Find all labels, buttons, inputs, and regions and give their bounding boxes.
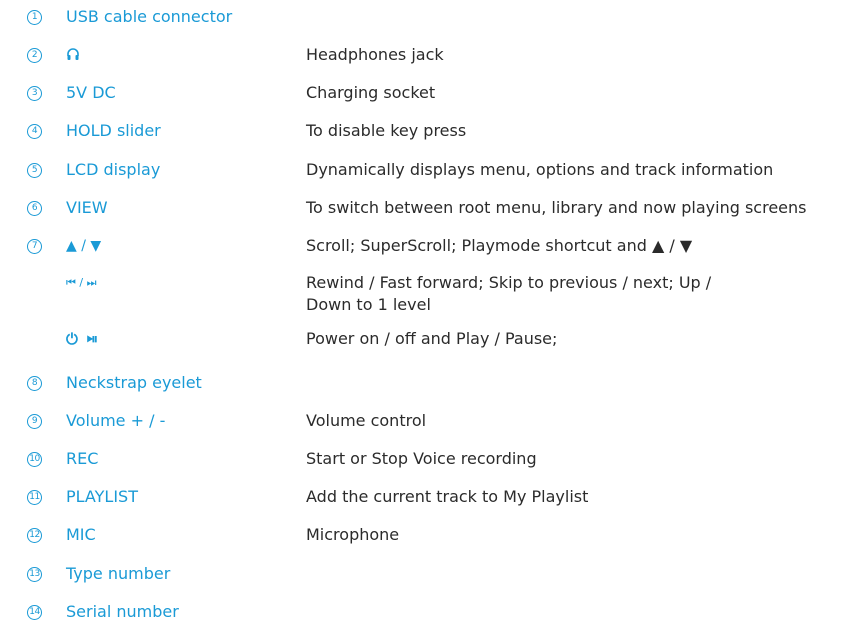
component-row: 10 REC Start or Stop Voice recording bbox=[0, 448, 844, 474]
component-row: 9 Volume + / - Volume control bbox=[0, 410, 844, 436]
component-row: 13 Type number bbox=[0, 563, 844, 589]
component-description: Charging socket bbox=[306, 83, 436, 102]
component-label: ▲ / ▼ bbox=[66, 238, 102, 254]
callout-number: 7 bbox=[27, 239, 42, 254]
component-description: Start or Stop Voice recording bbox=[306, 449, 537, 468]
callout-number: 8 bbox=[27, 376, 42, 391]
component-description: To switch between root menu, library and… bbox=[306, 198, 807, 217]
component-label: VIEW bbox=[66, 198, 108, 217]
component-label: HOLD slider bbox=[66, 121, 161, 140]
component-description: Add the current track to My Playlist bbox=[306, 487, 589, 506]
component-row: 4 HOLD slider To disable key press bbox=[0, 120, 844, 146]
component-row: ⏻ ⏯ Power on / off and Play / Pause; bbox=[0, 328, 844, 354]
component-row: 3 5V DC Charging socket bbox=[0, 82, 844, 108]
component-label: PLAYLIST bbox=[66, 487, 138, 506]
component-description: Dynamically displays menu, options and t… bbox=[306, 160, 774, 179]
component-row: ⏮ / ⏭ Rewind / Fast forward; Skip to prev… bbox=[0, 272, 844, 314]
callout-number: 2 bbox=[27, 48, 42, 63]
callout-number: 13 bbox=[27, 567, 42, 582]
component-label: Neckstrap eyelet bbox=[66, 373, 202, 392]
component-label: USB cable connector bbox=[66, 7, 233, 26]
component-description: Scroll; SuperScroll; Playmode shortcut a… bbox=[306, 236, 693, 255]
component-row: 6 VIEW To switch between root menu, librar… bbox=[0, 197, 844, 223]
component-label: ⏮ / ⏭ bbox=[66, 276, 97, 289]
component-description: Volume control bbox=[306, 411, 427, 430]
callout-number: 12 bbox=[27, 528, 42, 543]
component-row: 7 ▲ / ▼ Scroll; SuperScroll; Playmode shor… bbox=[0, 235, 844, 261]
callout-number: 6 bbox=[27, 201, 42, 216]
component-description: Power on / off and Play / Pause; bbox=[306, 329, 558, 348]
component-description: Rewind / Fast forward; Skip to previous … bbox=[306, 273, 712, 314]
callout-number: 10 bbox=[27, 452, 42, 467]
component-label: 5V DC bbox=[66, 83, 116, 102]
component-row: 8 Neckstrap eyelet bbox=[0, 372, 844, 398]
component-row: 12 MIC Microphone bbox=[0, 524, 844, 550]
component-row: 14 Serial number bbox=[0, 601, 844, 627]
component-label: ⏻ ⏯ bbox=[66, 330, 99, 348]
component-row: 1 USB cable connector bbox=[0, 6, 844, 32]
component-label: MIC bbox=[66, 525, 96, 544]
component-row: 5 LCD display Dynamically displays menu, o… bbox=[0, 159, 844, 185]
component-row: 2 Headphones jack bbox=[0, 44, 844, 70]
component-label: REC bbox=[66, 449, 99, 468]
callout-number: 3 bbox=[27, 86, 42, 101]
callout-number: 11 bbox=[27, 490, 42, 505]
component-row: 11 PLAYLIST Add the current track to My Pl… bbox=[0, 486, 844, 512]
component-description: Headphones jack bbox=[306, 45, 444, 64]
callout-number: 14 bbox=[27, 605, 42, 620]
component-label: Volume + / - bbox=[66, 411, 166, 430]
component-description: Microphone bbox=[306, 525, 400, 544]
component-label: Serial number bbox=[66, 602, 179, 621]
component-label: LCD display bbox=[66, 160, 161, 179]
callout-number: 4 bbox=[27, 124, 42, 139]
component-label: Type number bbox=[66, 564, 171, 583]
component-description: To disable key press bbox=[306, 121, 467, 140]
callout-number: 9 bbox=[27, 414, 42, 429]
component-list: 1 USB cable connector 2 Headphones jack 3 5V … bbox=[0, 0, 844, 632]
callout-number: 1 bbox=[27, 10, 42, 25]
headphones-icon bbox=[67, 48, 79, 60]
callout-number: 5 bbox=[27, 163, 42, 178]
